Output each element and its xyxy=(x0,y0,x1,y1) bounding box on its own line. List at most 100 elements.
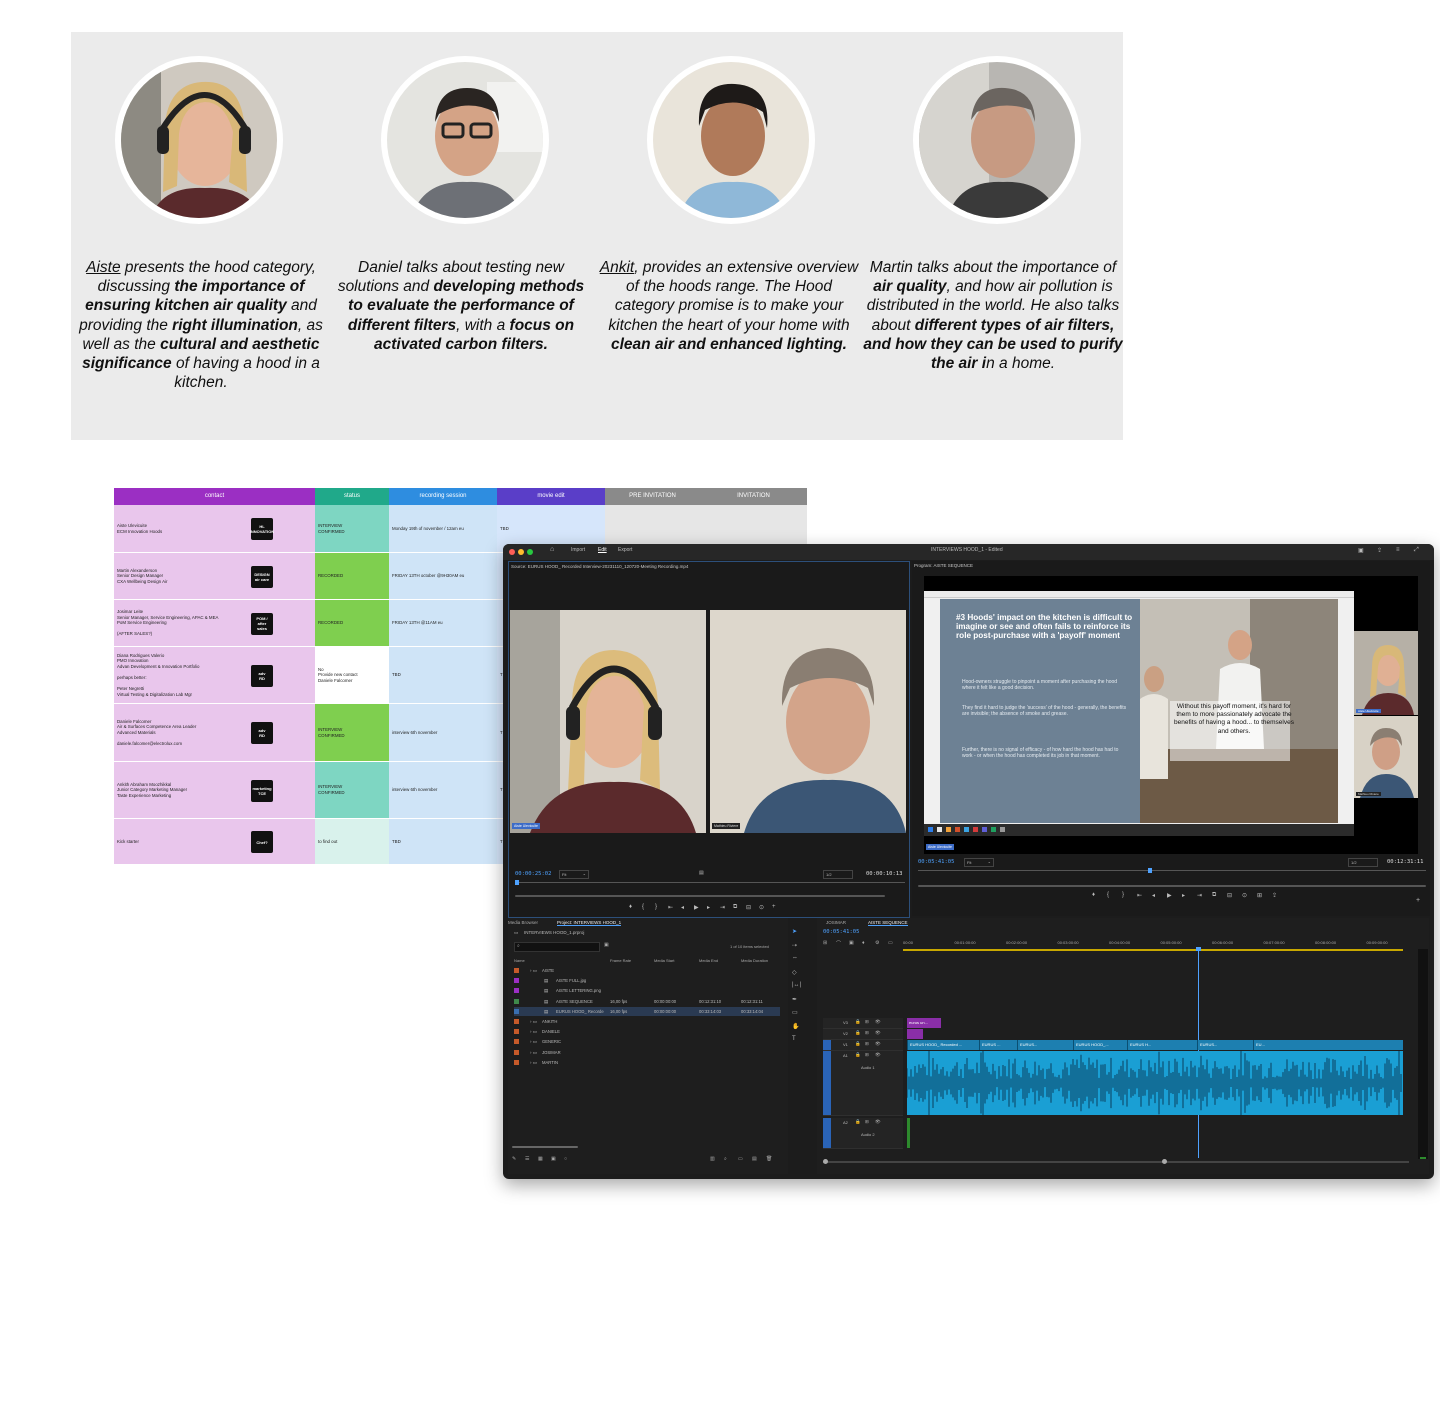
timeline-tab-aiste[interactable]: AISTE SEQUENCE xyxy=(868,920,908,926)
extract-icon[interactable]: ⊟ xyxy=(1227,892,1232,899)
mark-out-icon[interactable]: } xyxy=(1122,892,1124,898)
slip-tool-icon[interactable]: |↔| xyxy=(792,982,801,988)
add-marker-icon[interactable]: ♦ xyxy=(1092,892,1095,898)
sync-lock-icon[interactable]: ⊞ xyxy=(865,1119,869,1125)
source-patch[interactable] xyxy=(823,1051,831,1115)
session-cell[interactable]: TBD xyxy=(389,819,497,865)
status-cell[interactable]: INTERVIEW CONFIRMED xyxy=(315,704,389,762)
session-cell[interactable]: FRIDAY 13TH @11AM eu xyxy=(389,600,497,647)
minimize-window-button[interactable] xyxy=(518,549,524,555)
track-select-icon[interactable]: ⇢ xyxy=(792,942,797,949)
eye-icon[interactable]: 👁 xyxy=(875,1119,881,1125)
find-icon[interactable]: ⌕ xyxy=(724,1156,727,1162)
rectangle-tool-icon[interactable]: ▭ xyxy=(792,1009,798,1016)
menu-edit[interactable]: Edit xyxy=(598,547,607,553)
project-column-header[interactable]: Media End xyxy=(699,958,718,963)
sheet-header-pre-invitation[interactable]: PRE INVITATION xyxy=(605,488,700,505)
lift-icon[interactable]: ⧉ xyxy=(1212,892,1216,899)
close-window-button[interactable] xyxy=(509,549,515,555)
project-column-header[interactable]: Media Start xyxy=(654,958,674,963)
sync-lock-icon[interactable]: ⊞ xyxy=(865,1052,869,1058)
label-color-swatch[interactable] xyxy=(514,1019,519,1024)
status-cell[interactable]: INTERVIEW CONFIRMED xyxy=(315,505,389,553)
taskbar-app-icon[interactable] xyxy=(964,827,969,832)
taskbar-app-icon[interactable] xyxy=(937,827,942,832)
contact-cell[interactable]: Daniele Falcomer Air & Surfaces Competen… xyxy=(114,704,315,762)
work-area-bar[interactable] xyxy=(903,949,1403,951)
tab-media-browser[interactable]: Media Browser xyxy=(508,920,538,925)
lock-icon[interactable]: 🔒 xyxy=(855,1030,861,1036)
go-to-out-icon[interactable]: ⇥ xyxy=(1197,892,1202,899)
share-icon[interactable]: ⇪ xyxy=(1272,892,1277,899)
status-cell[interactable]: RECORDED xyxy=(315,600,389,647)
share-icon[interactable]: ⇪ xyxy=(1377,547,1382,554)
program-timecode[interactable]: 00:05:41:05 xyxy=(918,859,954,865)
workspace-icon[interactable]: ▣ xyxy=(1358,547,1364,554)
ripple-edit-icon[interactable]: ⇔ xyxy=(792,955,798,961)
sheet-header-invitation[interactable]: INVITATION xyxy=(700,488,807,505)
insert-icon[interactable]: ⧉ xyxy=(733,904,737,911)
mark-out-icon[interactable]: } xyxy=(655,904,657,910)
v1-clip[interactable]: EURUS HOOD_ Recorded ... xyxy=(907,1040,979,1050)
project-item[interactable]: › ▭ GENERIC xyxy=(514,1037,780,1046)
taskbar-app-icon[interactable] xyxy=(982,827,987,832)
project-item[interactable]: › ▭ DANIELE xyxy=(514,1027,780,1036)
home-icon[interactable]: ⌂ xyxy=(550,546,554,553)
contact-cell[interactable]: Diana Rodrigues Valerio PMO Innovation A… xyxy=(114,647,315,704)
a2-audio-clip[interactable] xyxy=(907,1118,910,1148)
zoom-slider-icon[interactable]: ○ xyxy=(564,1156,567,1162)
sheet-header-recording[interactable]: recording session xyxy=(389,488,497,505)
a1-audio-clip[interactable] xyxy=(907,1051,1403,1115)
source-playhead[interactable] xyxy=(515,880,519,885)
session-cell[interactable]: TBD xyxy=(389,647,497,704)
source-zoom-bar[interactable] xyxy=(515,895,885,897)
program-ruler[interactable] xyxy=(918,870,1426,871)
add-marker-icon[interactable]: ♦ xyxy=(629,904,632,910)
label-color-swatch[interactable] xyxy=(514,1049,519,1055)
source-timecode[interactable]: 00:00:25:02 xyxy=(515,871,551,877)
linked-selection-icon[interactable]: ⌒ xyxy=(836,940,841,947)
project-item[interactable]: › ▭ AISTE xyxy=(514,966,780,975)
project-item[interactable]: ▤ EURUS HOOD_ Recorde 16,00 fps 00:00:00:00… xyxy=(514,1006,780,1016)
track-header-a1[interactable]: A1 🔒 ⊞ 👁 Audio 1 xyxy=(823,1051,903,1116)
sync-lock-icon[interactable]: ⊞ xyxy=(865,1030,869,1036)
new-item-icon[interactable]: ▤ xyxy=(752,1156,757,1162)
timeline-playhead-handle[interactable] xyxy=(1196,947,1201,951)
track-header-v3[interactable]: V3 🔒 ⊞ 👁 xyxy=(823,1018,903,1029)
v1-clip[interactable]: EURUS HOOD_... xyxy=(1073,1040,1127,1050)
marker-icon[interactable]: ♦ xyxy=(862,940,865,946)
project-item[interactable]: › ▭ MARTIN xyxy=(514,1058,780,1067)
bin-icon[interactable]: ▣ xyxy=(604,942,609,948)
label-color-swatch[interactable] xyxy=(514,988,519,994)
eye-icon[interactable]: 👁 xyxy=(875,1019,881,1025)
taskbar-app-icon[interactable] xyxy=(973,827,978,832)
label-color-swatch[interactable] xyxy=(514,1039,519,1045)
type-tool-icon[interactable]: T xyxy=(792,1036,796,1042)
project-item[interactable]: › ▭ JOSIMAR xyxy=(514,1048,780,1057)
project-item[interactable]: › ▭ ANKITH xyxy=(514,1017,780,1026)
contact-cell[interactable]: Josimar Leite Senior Manager, Service En… xyxy=(114,600,315,647)
project-column-header[interactable]: Frame Rate xyxy=(610,958,631,963)
source-fit-select[interactable]: Fit ⌄ xyxy=(559,870,589,879)
automate-icon[interactable]: ▥ xyxy=(710,1156,715,1162)
overwrite-icon[interactable]: ⊟ xyxy=(746,904,751,911)
status-cell[interactable]: to find out xyxy=(315,819,389,865)
new-bin-icon[interactable]: ▭ xyxy=(738,1156,743,1162)
settings-icon[interactable]: ▤ xyxy=(699,870,704,876)
taskbar-app-icon[interactable] xyxy=(991,827,996,832)
source-ruler[interactable] xyxy=(515,882,905,883)
status-cell[interactable]: RECORDED xyxy=(315,553,389,600)
add-button-icon[interactable]: + xyxy=(1416,897,1420,904)
track-header-v2[interactable]: V2 🔒 ⊞ 👁 xyxy=(823,1029,903,1040)
sheet-header-edit[interactable]: movie edit xyxy=(497,488,605,505)
zoom-window-button[interactable] xyxy=(527,549,533,555)
sync-lock-icon[interactable]: ⊞ xyxy=(865,1019,869,1025)
contact-cell[interactable]: Ankith Abraham Moozhikkal Junior Categor… xyxy=(114,762,315,819)
timeline-zoom-bar[interactable] xyxy=(823,1161,1409,1163)
menu-export[interactable]: Export xyxy=(618,547,632,553)
project-column-header[interactable]: Media Duration xyxy=(741,958,768,963)
label-color-swatch[interactable] xyxy=(514,1008,519,1014)
mark-in-icon[interactable]: { xyxy=(642,904,644,910)
taskbar-app-icon[interactable] xyxy=(928,827,933,832)
program-fit-select[interactable]: Fit ⌄ xyxy=(964,858,994,867)
